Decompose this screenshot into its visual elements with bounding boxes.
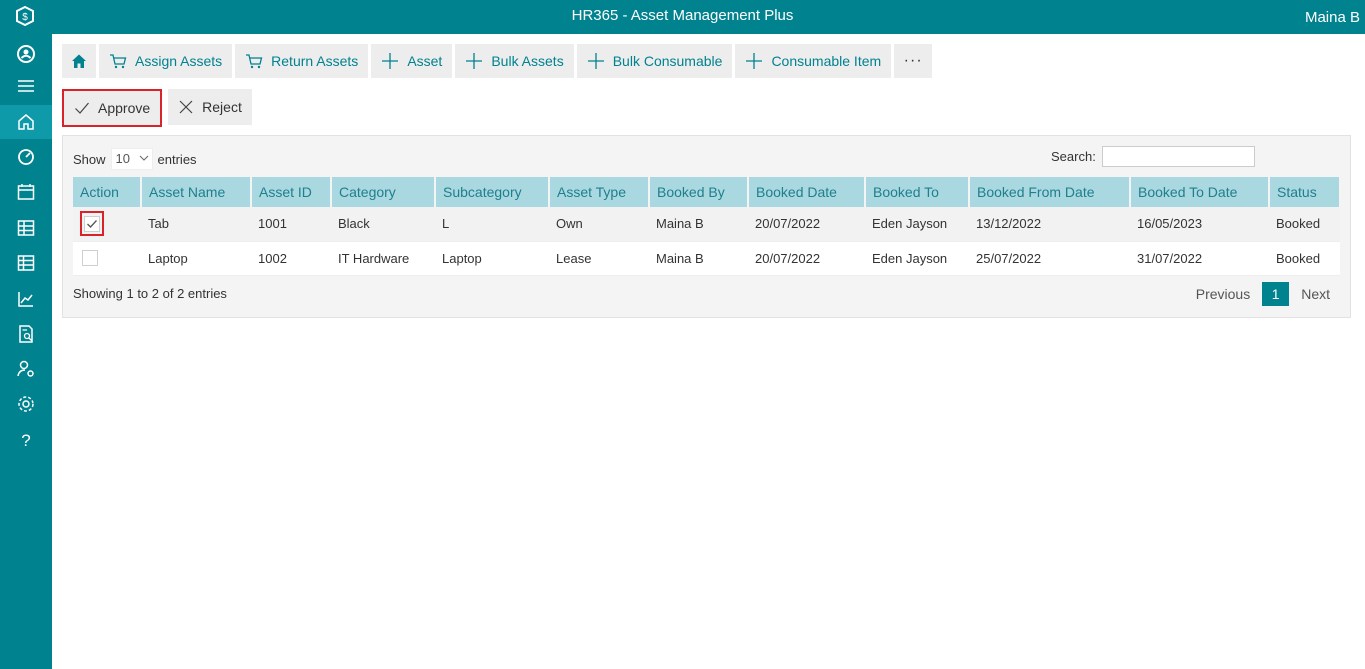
add-asset-button[interactable]: Asset	[371, 44, 453, 78]
cart-icon	[110, 54, 127, 69]
check-icon	[75, 102, 89, 114]
search-input[interactable]	[1101, 146, 1255, 167]
sidebar: ?	[0, 34, 52, 669]
table-cell: Own	[549, 207, 649, 242]
table-cell: 20/07/2022	[748, 207, 865, 242]
help-icon[interactable]: ?	[0, 423, 52, 457]
table-row[interactable]: Laptop 1002 IT Hardware Laptop Lease Mai…	[73, 241, 1340, 276]
command-bar: Assign Assets Return Assets Asset Bulk A…	[62, 44, 933, 78]
table-cell: 25/07/2022	[969, 241, 1130, 276]
table-cell: Eden Jayson	[865, 241, 969, 276]
page-1-button[interactable]: 1	[1262, 282, 1290, 306]
table-cell: Laptop	[141, 241, 251, 276]
bulk-assets-button[interactable]: Bulk Assets	[455, 44, 574, 78]
table-info: Showing 1 to 2 of 2 entries	[73, 286, 227, 301]
home-icon	[72, 54, 86, 68]
column-header[interactable]: Booked To	[865, 177, 970, 207]
grid-icon[interactable]	[0, 246, 52, 280]
page-length-control: Show 10 entries	[73, 148, 197, 170]
svg-text:?: ?	[21, 431, 30, 450]
column-header[interactable]: Asset Name	[141, 177, 252, 207]
bookings-panel: Show 10 entries Search: Action Asset Nam…	[62, 135, 1351, 318]
table-cell: Tab	[141, 207, 251, 242]
row-checkbox-highlight	[80, 211, 104, 237]
action-cell	[73, 241, 141, 276]
column-header[interactable]: Booked By	[649, 177, 749, 207]
table-cell: Booked	[1269, 207, 1340, 242]
settings-icon[interactable]	[0, 387, 52, 421]
column-header[interactable]: Booked From Date	[969, 177, 1131, 207]
app-header: $ HR365 - Asset Management Plus Maina B	[0, 0, 1365, 34]
return-assets-button[interactable]: Return Assets	[235, 44, 369, 78]
app-title: HR365 - Asset Management Plus	[571, 7, 794, 24]
report-icon[interactable]	[0, 317, 52, 351]
check-icon	[87, 220, 97, 228]
row-checkbox[interactable]	[84, 216, 100, 233]
home-button[interactable]	[62, 44, 96, 78]
column-header[interactable]: Asset ID	[251, 177, 332, 207]
table-icon[interactable]	[0, 211, 52, 245]
table-cell: 20/07/2022	[748, 241, 865, 276]
table-cell: Booked	[1269, 241, 1340, 276]
dashboard-icon[interactable]	[0, 140, 52, 174]
calendar-icon[interactable]	[0, 175, 52, 209]
plus-icon	[382, 53, 399, 69]
column-header[interactable]: Subcategory	[435, 177, 550, 207]
more-options-button[interactable]: ···	[894, 44, 933, 78]
row-checkbox-wrap	[80, 248, 100, 269]
user-settings-icon[interactable]	[0, 352, 52, 386]
table-cell: L	[435, 207, 549, 242]
bookings-table: Action Asset Name Asset ID Category Subc…	[73, 177, 1341, 276]
column-header[interactable]: Status	[1269, 177, 1341, 207]
column-header[interactable]: Booked To Date	[1130, 177, 1270, 207]
table-cell: Maina B	[649, 241, 748, 276]
home-icon[interactable]	[0, 105, 52, 139]
close-icon	[179, 100, 193, 114]
approve-button[interactable]: Approve	[62, 89, 163, 127]
column-header[interactable]: Action	[73, 177, 142, 207]
page-length-select[interactable]: 10	[110, 148, 153, 170]
table-row[interactable]: Tab 1001 Black L Own Maina B 20/07/2022 …	[73, 207, 1340, 242]
table-cell: IT Hardware	[331, 241, 435, 276]
reject-button[interactable]: Reject	[168, 89, 252, 125]
plus-icon	[466, 53, 483, 69]
entries-label: entries	[157, 151, 197, 167]
cart-icon	[246, 54, 263, 69]
consumable-item-button[interactable]: Consumable Item	[735, 44, 892, 78]
table-cell: 1001	[251, 207, 331, 242]
menu-icon[interactable]	[0, 69, 52, 103]
table-cell: Eden Jayson	[865, 207, 969, 242]
column-header[interactable]: Booked Date	[748, 177, 866, 207]
previous-page-button[interactable]: Previous	[1196, 286, 1250, 302]
action-cell	[73, 207, 141, 242]
table-cell: Laptop	[435, 241, 549, 276]
plus-icon	[587, 53, 604, 69]
next-page-button[interactable]: Next	[1301, 286, 1330, 302]
assign-assets-button[interactable]: Assign Assets	[99, 44, 233, 78]
chart-icon[interactable]	[0, 282, 52, 316]
table-cell: 13/12/2022	[969, 207, 1130, 242]
table-cell: Maina B	[649, 207, 748, 242]
column-header[interactable]: Category	[331, 177, 436, 207]
table-cell: Black	[331, 207, 435, 242]
chevron-down-icon	[139, 155, 148, 161]
action-bar: Approve Reject	[62, 89, 252, 127]
plus-icon	[746, 53, 763, 69]
bulk-consumable-button[interactable]: Bulk Consumable	[576, 44, 733, 78]
search-control: Search:	[1051, 146, 1255, 167]
pagination: Previous 1 Next	[1196, 282, 1330, 306]
row-checkbox[interactable]	[82, 250, 98, 267]
show-label: Show	[73, 151, 106, 167]
table-cell: 31/07/2022	[1130, 241, 1269, 276]
people-icon[interactable]	[0, 37, 52, 71]
table-header-row: Action Asset Name Asset ID Category Subc…	[73, 177, 1341, 207]
column-header[interactable]: Asset Type	[549, 177, 650, 207]
table-cell: 1002	[251, 241, 331, 276]
table-cell: Lease	[549, 241, 649, 276]
table-cell: 16/05/2023	[1130, 207, 1269, 242]
search-label: Search:	[1051, 149, 1096, 164]
user-name[interactable]: Maina B	[1305, 9, 1360, 26]
